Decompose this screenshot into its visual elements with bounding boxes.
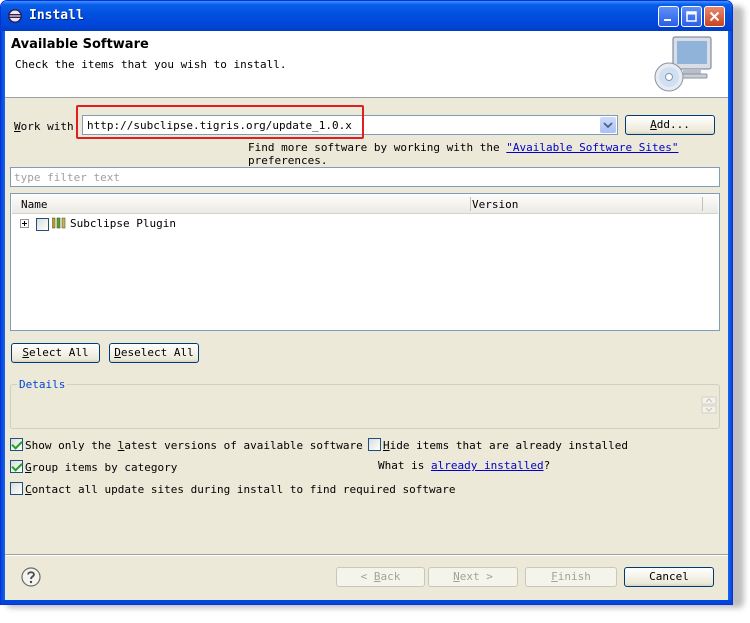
highlight-annotation-box: [76, 105, 364, 139]
details-group: Details: [10, 378, 720, 429]
install-dialog: Install Available Software Check the ite…: [0, 0, 733, 605]
work-with-dropdown-button[interactable]: [600, 117, 616, 133]
window-title: Install: [29, 8, 84, 23]
finish-button[interactable]: Finish: [525, 567, 617, 587]
filter-field[interactable]: [10, 167, 720, 187]
category-icon: [52, 217, 66, 229]
window-frame-right: [728, 31, 732, 604]
minimize-button[interactable]: [658, 6, 679, 27]
spinner-arrows-icon[interactable]: [701, 396, 717, 414]
help-icon[interactable]: [21, 567, 41, 587]
hide-installed-label: Hide items that are already installed: [383, 439, 629, 452]
tree-row[interactable]: Subclipse Plugin: [12, 215, 718, 233]
install-software-icon: [654, 36, 712, 92]
close-button[interactable]: [704, 6, 725, 27]
details-legend: Details: [17, 378, 68, 391]
column-separator[interactable]: [702, 197, 703, 211]
footer-separator: [5, 554, 728, 556]
tree-item-checkbox[interactable]: [36, 218, 49, 231]
close-icon: [709, 11, 720, 22]
column-version-header[interactable]: Version: [472, 198, 518, 211]
available-software-sites-link[interactable]: "Available Software Sites": [506, 141, 678, 154]
window-frame-bottom: [1, 600, 732, 604]
work-with-label: Work with:: [14, 120, 81, 133]
group-by-category-checkbox[interactable]: [10, 460, 23, 473]
expand-icon[interactable]: [20, 219, 29, 228]
contact-update-sites-label: Contact all update sites during install …: [25, 483, 456, 496]
add-site-button[interactable]: Add...: [625, 115, 715, 135]
minimize-icon: [664, 19, 671, 21]
show-latest-checkbox[interactable]: [10, 438, 23, 451]
tree-column-header: Name Version: [12, 195, 718, 214]
maximize-icon: [686, 11, 697, 22]
select-all-button[interactable]: Select All: [11, 343, 100, 363]
what-is-installed-text: What is already installed?: [378, 459, 551, 472]
next-button[interactable]: Next >: [428, 567, 518, 587]
software-tree[interactable]: Name Version Subclipse Plugin: [10, 193, 720, 331]
already-installed-link[interactable]: already installed: [431, 459, 544, 472]
show-latest-label: Show only the latest versions of availab…: [25, 439, 363, 452]
wizard-header: Available Software Check the items that …: [5, 31, 728, 98]
page-title: Available Software: [11, 37, 149, 52]
window-frame-left: [1, 31, 5, 604]
tree-item-name: Subclipse Plugin: [70, 217, 176, 230]
hide-installed-checkbox[interactable]: [368, 438, 381, 451]
deselect-all-button[interactable]: Deselect All: [109, 343, 199, 363]
contact-update-sites-checkbox[interactable]: [10, 482, 23, 495]
column-name-header[interactable]: Name: [21, 198, 48, 211]
column-separator[interactable]: [470, 197, 471, 211]
filter-input[interactable]: [14, 169, 704, 185]
back-button[interactable]: < Back: [336, 567, 425, 587]
cancel-button[interactable]: Cancel: [624, 567, 714, 587]
eclipse-app-icon: [8, 9, 22, 23]
find-more-text: Find more software by working with the "…: [248, 141, 679, 167]
title-bar[interactable]: Install: [1, 1, 732, 31]
maximize-button[interactable]: [681, 6, 702, 27]
page-description: Check the items that you wish to install…: [15, 58, 287, 71]
group-by-category-label: Group items by category: [25, 461, 178, 474]
chevron-down-icon: [603, 122, 613, 128]
